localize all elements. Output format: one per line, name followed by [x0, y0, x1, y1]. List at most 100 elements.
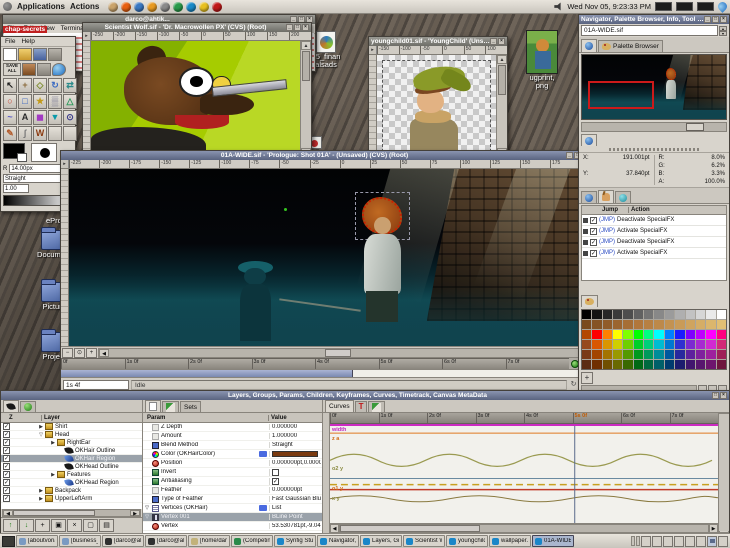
origin-duck[interactable]: [284, 208, 287, 211]
open-file-button[interactable]: [18, 48, 32, 61]
layer-visibility-checkbox[interactable]: ✓: [3, 479, 10, 486]
expander-icon[interactable]: ▶: [38, 424, 44, 430]
taskbar-window-button[interactable]: Scientist Wolf: [403, 535, 445, 547]
param-checkbox[interactable]: [272, 469, 279, 476]
launcher-icon[interactable]: [173, 2, 183, 12]
refresh-icon[interactable]: ↻: [569, 380, 578, 389]
param-row[interactable]: Invert: [143, 468, 322, 477]
param-row[interactable]: Position 0.000000pt,0.000000pt: [143, 459, 322, 468]
palette-color-cell[interactable]: [654, 310, 663, 319]
raise-layer-button[interactable]: ↑: [3, 519, 18, 532]
palette-color-cell[interactable]: [592, 330, 601, 339]
param-row[interactable]: Amount 1.000000: [143, 432, 322, 441]
layer-visibility-checkbox[interactable]: ✓: [3, 447, 10, 454]
tool-button[interactable]: W: [33, 126, 47, 141]
tool-button[interactable]: ◇: [33, 78, 47, 93]
param-row[interactable]: ▽ Vertices (OKHair) List: [143, 504, 322, 513]
workspace-cell[interactable]: [641, 536, 651, 547]
expander-icon[interactable]: ▶: [38, 488, 44, 494]
wolf-titlebar[interactable]: Scientist Wolf.sif - 'Dr. Macrowollen PX…: [83, 23, 311, 32]
add-color-button[interactable]: +: [581, 372, 593, 384]
combo-stepper[interactable]: ▲▼: [719, 26, 727, 36]
palette-color-cell[interactable]: [613, 350, 622, 359]
time-slider[interactable]: [61, 369, 591, 377]
palette-color-cell[interactable]: [675, 320, 684, 329]
workspace-cell[interactable]: [718, 536, 728, 547]
launcher-icon[interactable]: [108, 2, 118, 12]
jump-column-header[interactable]: Jump: [602, 207, 628, 213]
palette-color-cell[interactable]: [665, 340, 674, 349]
close-button[interactable]: ×: [720, 392, 727, 399]
jump-link[interactable]: (JMP): [599, 250, 615, 256]
setup-button[interactable]: [37, 63, 51, 76]
curves-tab[interactable]: Curves: [325, 400, 354, 412]
palette-color-cell[interactable]: [654, 340, 663, 349]
palette-color-cell[interactable]: [603, 330, 612, 339]
layer-visibility-checkbox[interactable]: ✓: [3, 439, 10, 446]
palette-color-cell[interactable]: [634, 340, 643, 349]
maximize-button[interactable]: □: [712, 392, 719, 399]
palette-color-cell[interactable]: [717, 340, 726, 349]
close-button[interactable]: ×: [302, 24, 309, 31]
palette-color-cell[interactable]: [582, 360, 591, 369]
brush-size-field[interactable]: 14.00px: [9, 164, 64, 173]
timetrack-tab[interactable]: T: [355, 401, 368, 412]
tool-button[interactable]: ↖: [3, 78, 17, 93]
navigator-tab[interactable]: [581, 39, 597, 52]
save-all-button[interactable]: SAVE ALL: [3, 63, 21, 76]
bottom-dock-titlebar[interactable]: Layers, Groups, Params, Children, Keyfra…: [1, 391, 729, 400]
gnome-menu-icon[interactable]: [3, 2, 12, 11]
taskbar-window-button[interactable]: [aboutvoria.sx: [16, 535, 58, 547]
layer-row[interactable]: ✓ ▶ Backpack: [1, 487, 142, 495]
palette-color-cell[interactable]: [634, 360, 643, 369]
palette-color-cell[interactable]: [665, 310, 674, 319]
pen-tab[interactable]: [162, 401, 179, 412]
revert-button[interactable]: [22, 63, 36, 76]
palette-color-cell[interactable]: [582, 340, 591, 349]
close-button[interactable]: ×: [720, 16, 727, 23]
palette-color-cell[interactable]: [654, 350, 663, 359]
tool-button[interactable]: ✎: [3, 126, 17, 141]
palette-color-cell[interactable]: [696, 350, 705, 359]
taskbar-window-button[interactable]: Synfig Studio: [274, 535, 316, 547]
minimize-button[interactable]: _: [286, 24, 293, 31]
palette-color-cell[interactable]: [686, 340, 695, 349]
layer-row[interactable]: ✓ ▶ RightEar: [1, 439, 142, 447]
tool-button[interactable]: +: [18, 78, 32, 93]
param-column-header[interactable]: Param: [143, 415, 268, 421]
taskbar-window-button[interactable]: wallpaper.sif: [489, 535, 531, 547]
maximize-button[interactable]: □: [294, 24, 301, 31]
jump-link[interactable]: (JMP): [599, 228, 615, 234]
sets-tab[interactable]: Sets: [180, 401, 201, 412]
curves-graph[interactable]: width z a o2 y o1 y x y: [330, 424, 718, 523]
workspace-cell[interactable]: [663, 536, 673, 547]
taskbar-window-button[interactable]: Navigator, Pa: [317, 535, 359, 547]
params-vscrollbar[interactable]: [718, 414, 729, 531]
z-column-header[interactable]: Z: [1, 415, 41, 421]
param-row[interactable]: Vertex 53.530781pt,-9.042888pt: [143, 522, 322, 531]
palette-color-cell[interactable]: [686, 350, 695, 359]
palette-color-cell[interactable]: [613, 360, 622, 369]
layer-column-header[interactable]: Layer: [41, 415, 142, 421]
workspace-cell[interactable]: [696, 536, 706, 547]
palette-color-cell[interactable]: [654, 360, 663, 369]
palette-color-cell[interactable]: [675, 350, 684, 359]
param-row[interactable]: Type of Feather Fast Gaussian Blur: [143, 495, 322, 504]
ruler-corner-button[interactable]: ▸: [61, 160, 69, 168]
navigator-zoom-slider[interactable]: [581, 122, 727, 132]
keyframe-row[interactable]: ✓ (JMP) Deactivate SpecialFX: [582, 215, 726, 226]
param-row[interactable]: Feather 0.000000pt: [143, 486, 322, 495]
palette-color-cell[interactable]: [613, 320, 622, 329]
panel-applet[interactable]: [697, 2, 714, 11]
duplicate-layer-button[interactable]: ▢: [83, 519, 98, 532]
close-button[interactable]: ×: [498, 38, 505, 45]
keyframe-checkbox[interactable]: ✓: [590, 217, 597, 224]
maximize-button[interactable]: □: [712, 16, 719, 23]
palette-color-cell[interactable]: [654, 320, 663, 329]
palette-color-cell[interactable]: [623, 320, 632, 329]
paste-layer-button[interactable]: ▤: [99, 519, 114, 532]
outline-color-swatch[interactable]: [17, 153, 27, 162]
layers-hscrollbar[interactable]: ◀ ▶: [2, 509, 141, 517]
new-layer-button[interactable]: +: [35, 519, 50, 532]
tool-options-tab[interactable]: [581, 191, 597, 203]
